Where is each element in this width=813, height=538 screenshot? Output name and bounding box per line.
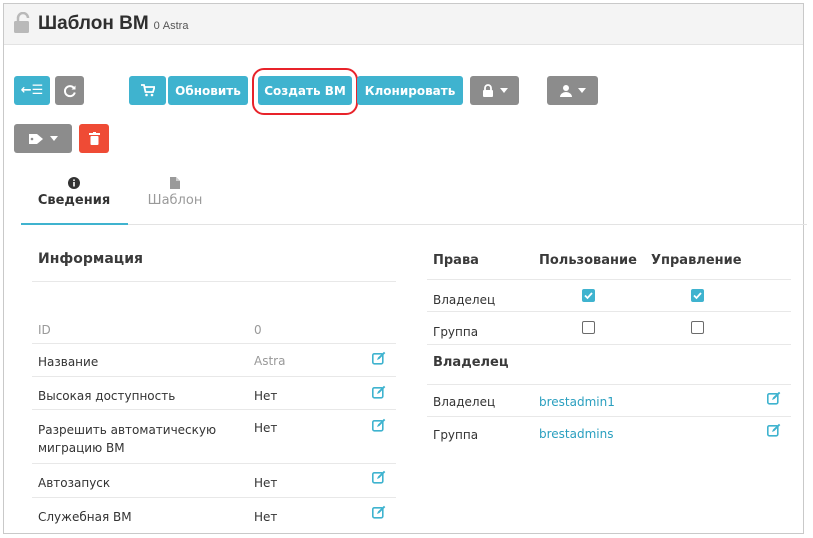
info-row-value: Нет xyxy=(254,476,278,490)
info-row-label: Высокая доступность xyxy=(38,389,176,403)
template-id: 0 xyxy=(153,20,160,32)
edit-icon[interactable] xyxy=(372,385,386,399)
tab-template-label: Шаблон xyxy=(147,193,203,208)
check-icon xyxy=(584,292,593,300)
permission-row-label: Группа xyxy=(433,325,479,339)
owner-use-checkbox[interactable] xyxy=(582,289,595,302)
ownership-row-label: Группа xyxy=(433,428,479,442)
info-row-value: 0 xyxy=(254,323,262,337)
file-icon xyxy=(170,177,180,189)
unlock-icon xyxy=(14,12,30,33)
vm-template-panel: Шаблон ВМ 0 Astra ←☰ Обновить Создать ВМ К… xyxy=(3,3,807,534)
divider xyxy=(427,311,791,312)
tab-template[interactable]: Шаблон xyxy=(135,177,215,209)
permissions-col-use: Пользование xyxy=(539,253,637,268)
group-manage-checkbox[interactable] xyxy=(691,321,704,334)
info-icon xyxy=(68,177,80,189)
labels-dropdown-button[interactable] xyxy=(14,124,72,153)
divider xyxy=(32,497,396,498)
edit-icon[interactable] xyxy=(767,423,781,437)
back-list-icon: ←☰ xyxy=(20,83,44,98)
cart-button[interactable] xyxy=(129,76,166,105)
edit-icon[interactable] xyxy=(372,470,386,484)
ownership-row-label: Владелец xyxy=(433,395,496,409)
info-row-value: Нет xyxy=(254,389,278,403)
group-link[interactable]: brestadmins xyxy=(539,427,613,441)
delete-button[interactable] xyxy=(79,124,109,153)
info-row-value: Astra xyxy=(254,354,286,368)
active-tab-indicator xyxy=(21,223,128,225)
divider xyxy=(427,384,791,385)
tab-info-label: Сведения xyxy=(37,193,111,208)
owner-link[interactable]: brestadmin1 xyxy=(539,395,615,409)
edit-icon[interactable] xyxy=(372,505,386,519)
lock-icon xyxy=(482,84,493,97)
group-use-checkbox[interactable] xyxy=(582,321,595,334)
refresh-button[interactable] xyxy=(55,76,84,105)
chevron-down-icon xyxy=(499,88,508,93)
tag-icon xyxy=(28,133,43,144)
info-section-title: Информация xyxy=(38,251,143,267)
page-title: Шаблон ВМ 0 Astra xyxy=(38,13,188,35)
update-button[interactable]: Обновить xyxy=(168,76,248,105)
permissions-col-manage: Управление xyxy=(651,253,742,268)
lock-dropdown-button[interactable] xyxy=(470,76,519,105)
cart-icon xyxy=(140,84,155,97)
edit-icon[interactable] xyxy=(767,391,781,405)
tabs-divider xyxy=(21,224,807,225)
create-vm-highlight xyxy=(252,68,358,115)
info-row-label: ID xyxy=(38,323,51,337)
divider xyxy=(32,376,396,377)
ownership-section-title: Владелец xyxy=(433,355,509,370)
template-name: Шаблон ВМ xyxy=(38,13,149,34)
divider xyxy=(32,281,396,282)
back-to-list-button[interactable]: ←☰ xyxy=(14,76,50,105)
divider xyxy=(427,416,791,417)
info-row-label: Разрешить автоматическую миграцию ВМ xyxy=(38,423,217,455)
trash-icon xyxy=(88,132,100,145)
divider xyxy=(427,279,791,280)
owner-dropdown-button[interactable] xyxy=(547,76,598,105)
divider xyxy=(32,463,396,464)
info-row-value: Нет xyxy=(254,421,278,435)
edit-icon[interactable] xyxy=(372,351,386,365)
info-row-label: Название xyxy=(38,355,99,369)
divider xyxy=(32,409,396,410)
divider xyxy=(32,343,396,344)
info-row-value: Нет xyxy=(254,510,278,524)
chevron-down-icon xyxy=(49,136,58,141)
permission-row-label: Владелец xyxy=(433,293,496,307)
user-icon xyxy=(559,85,572,97)
divider xyxy=(427,344,791,345)
owner-manage-checkbox[interactable] xyxy=(691,289,704,302)
permissions-col-rights: Права xyxy=(433,253,479,268)
clone-button[interactable]: Клонировать xyxy=(357,76,463,105)
info-row-label: Служебная ВМ xyxy=(38,510,132,524)
edit-icon[interactable] xyxy=(372,418,386,432)
tab-info[interactable]: Сведения xyxy=(24,177,124,209)
info-row-label: Автозапуск xyxy=(38,476,111,490)
title-bar: Шаблон ВМ 0 Astra xyxy=(4,4,803,45)
check-icon xyxy=(693,292,702,300)
refresh-icon xyxy=(63,84,76,97)
chevron-down-icon xyxy=(577,88,586,93)
template-subtitle: Astra xyxy=(162,20,189,32)
